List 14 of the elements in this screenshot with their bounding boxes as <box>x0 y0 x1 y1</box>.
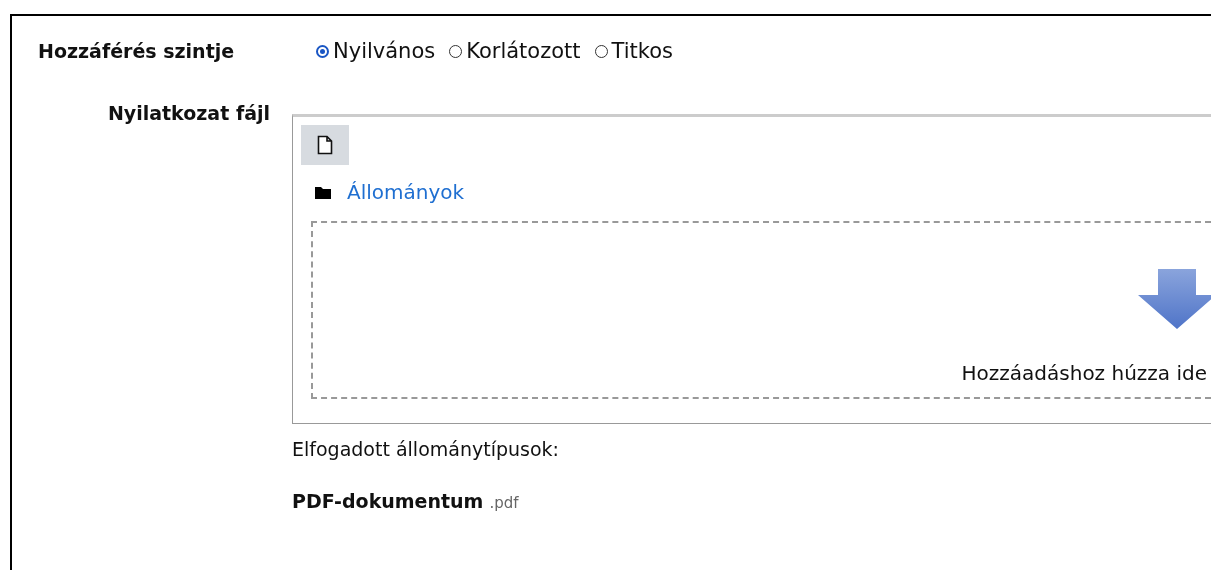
file-type-name: PDF-dokumentum <box>292 490 484 512</box>
folder-icon <box>315 185 331 199</box>
accepted-types-label: Elfogadott állománytípusok: <box>292 438 560 460</box>
file-extension: .pdf <box>489 494 519 512</box>
field-label: Nyilatkozat fájl <box>106 102 271 126</box>
file-icon <box>317 135 333 155</box>
drop-zone[interactable]: Hozzáadáshoz húzza ide <box>311 221 1211 399</box>
drop-hint: Hozzáadáshoz húzza ide <box>961 361 1207 385</box>
radio-label: Titkos <box>611 39 673 63</box>
folder-link[interactable]: Állományok <box>347 180 465 204</box>
field-label: Hozzáférés szintje <box>38 40 236 62</box>
add-file-button[interactable] <box>301 125 349 165</box>
radio-option[interactable]: Titkos <box>594 39 673 63</box>
down-arrow-icon <box>1138 269 1211 329</box>
